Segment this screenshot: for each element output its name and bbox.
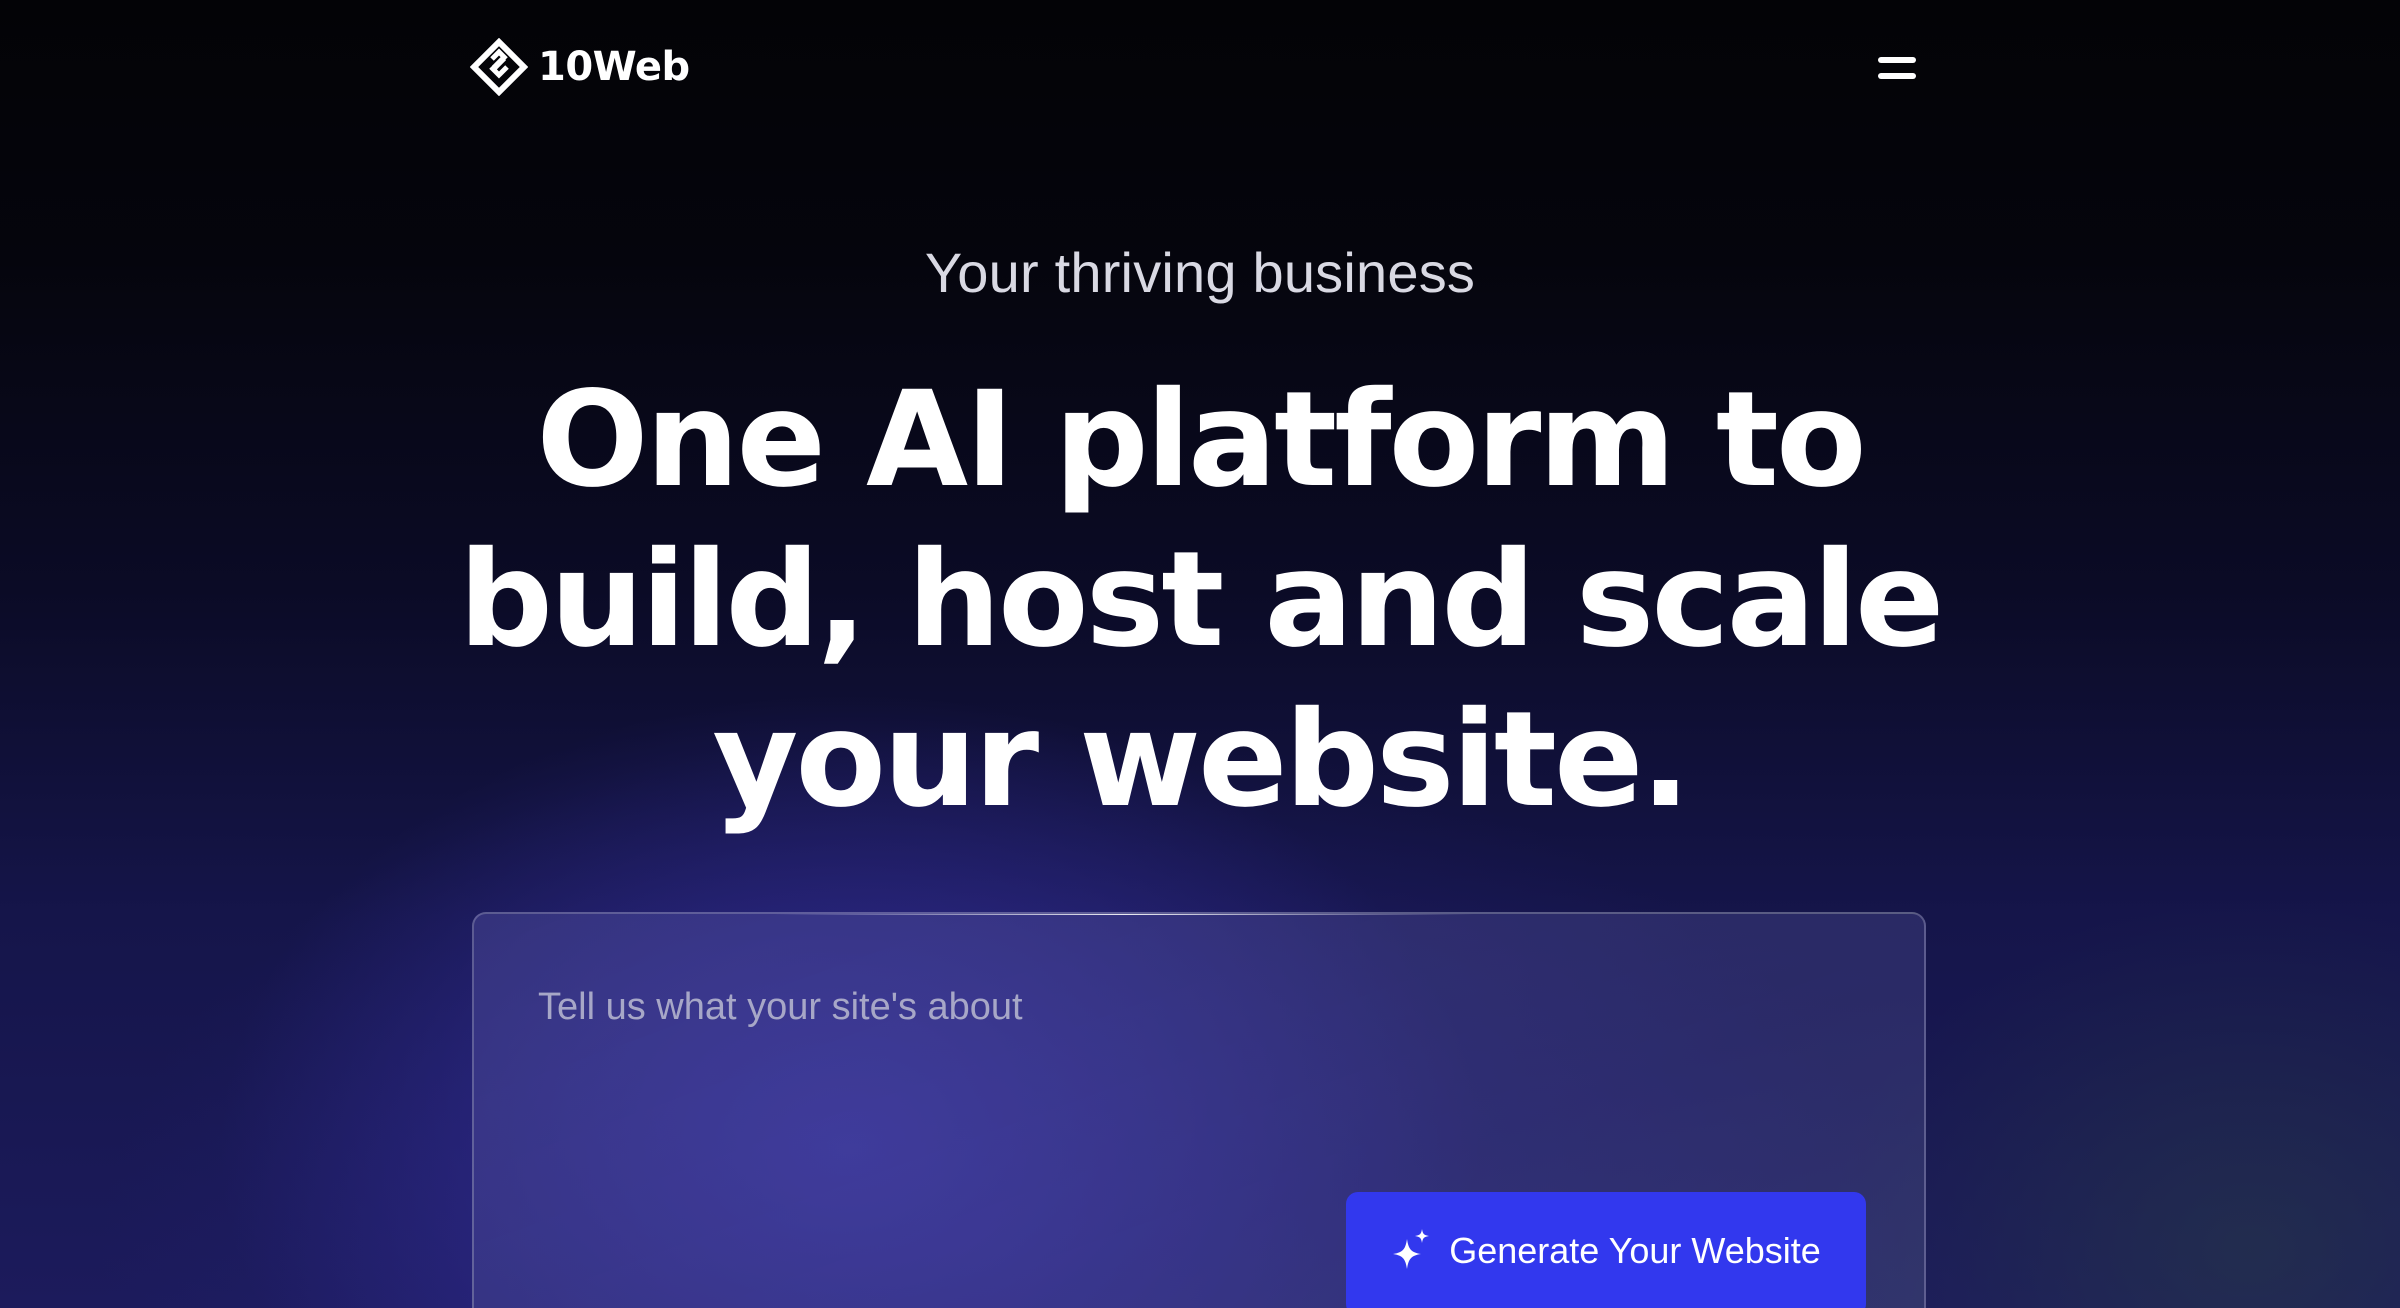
generate-website-label: Generate Your Website [1449, 1230, 1821, 1271]
site-header: 10Web [0, 0, 2400, 134]
menu-line-top [1878, 57, 1916, 63]
generate-website-button[interactable]: Generate Your Website [1346, 1192, 1866, 1308]
hero-headline: One AI platform to build, host and scale… [400, 360, 2000, 840]
headline-line-3: your website. [712, 683, 1690, 837]
brand-logo-link[interactable]: 10Web [470, 38, 690, 96]
headline-line-2: build, host and scale [458, 523, 1945, 677]
brand-name: 10Web [538, 44, 690, 90]
site-description-input[interactable] [536, 984, 1860, 1188]
site-description-card: Generate Your Website [472, 912, 1926, 1308]
page: 10Web Your thriving business One AI plat… [0, 0, 2400, 1308]
menu-line-bottom [1878, 73, 1916, 79]
sparkle-icon [1393, 1229, 1430, 1269]
hero-eyebrow: Your thriving business [924, 241, 1476, 304]
hamburger-menu-icon[interactable] [1878, 50, 1926, 86]
headline-line-1: One AI platform to [536, 363, 1866, 517]
10web-logo-icon [470, 38, 528, 96]
